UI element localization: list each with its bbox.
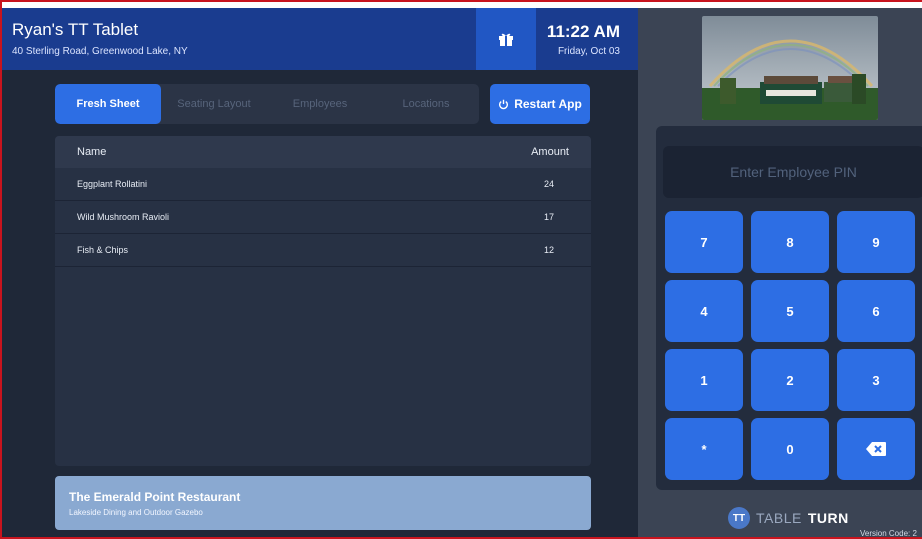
clock-time: 11:22 AM — [546, 22, 620, 41]
table-row[interactable]: Eggplant Rollatini 24 — [55, 168, 591, 201]
power-icon — [499, 99, 509, 109]
column-header-amount: Amount — [531, 146, 569, 158]
clock-date: Friday, Oct 03 — [557, 46, 620, 57]
keypad-key-0[interactable]: 0 — [751, 418, 829, 480]
keypad-key-8[interactable]: 8 — [751, 211, 829, 273]
item-name: Eggplant Rollatini — [77, 179, 148, 189]
table-row[interactable]: Fish & Chips 12 — [55, 234, 591, 267]
tab-locations[interactable]: Locations — [373, 84, 479, 124]
backspace-icon — [866, 442, 886, 456]
gift-icon — [499, 33, 513, 46]
keypad-key-5[interactable]: 5 — [751, 280, 829, 342]
keypad-key-6[interactable]: 6 — [837, 280, 915, 342]
keypad-key-7[interactable]: 7 — [665, 211, 743, 273]
keypad-key-2[interactable]: 2 — [751, 349, 829, 411]
keypad-key-4[interactable]: 4 — [665, 280, 743, 342]
keypad-key-star[interactable]: * — [665, 418, 743, 480]
fresh-sheet-table: Name Amount Eggplant Rollatini 24 Wild M… — [55, 136, 591, 466]
tab-bar: Fresh Sheet Seating Layout Employees Loc… — [55, 84, 479, 124]
restaurant-name: The Emerald Point Restaurant — [69, 490, 241, 504]
restaurant-photo — [702, 16, 878, 120]
tableturn-logo-turn: TURN — [807, 510, 849, 526]
restaurant-card: The Emerald Point Restaurant Lakeside Di… — [55, 476, 591, 530]
main-panel: Ryan's TT Tablet 40 Sterling Road, Green… — [2, 8, 638, 537]
item-name: Wild Mushroom Ravioli — [77, 212, 170, 222]
employee-pin-input[interactable]: Enter Employee PIN — [663, 146, 922, 198]
gift-button[interactable] — [476, 8, 536, 70]
keypad-key-3[interactable]: 3 — [837, 349, 915, 411]
restaurant-subtitle: Lakeside Dining and Outdoor Gazebo — [69, 508, 203, 517]
tablet-title: Ryan's TT Tablet — [12, 20, 139, 39]
clock: 11:22 AM Friday, Oct 03 — [536, 8, 638, 70]
tableturn-logo-mark: TT — [728, 507, 750, 529]
table-row[interactable]: Wild Mushroom Ravioli 17 — [55, 201, 591, 234]
version-code: Version Code: 2 — [860, 529, 917, 538]
keypad-key-9[interactable]: 9 — [837, 211, 915, 273]
header: Ryan's TT Tablet 40 Sterling Road, Green… — [2, 8, 638, 70]
app-frame: Ryan's TT Tablet 40 Sterling Road, Green… — [0, 0, 922, 539]
restart-app-button[interactable]: Restart App — [490, 84, 590, 124]
tableturn-logo-table: TABLE — [756, 510, 802, 526]
item-name: Fish & Chips — [77, 245, 129, 255]
keypad-backspace-button[interactable] — [837, 418, 915, 480]
item-amount: 17 — [543, 212, 554, 222]
tableturn-logo: TT TABLE TURN — [728, 507, 849, 529]
tablet-address: 40 Sterling Road, Greenwood Lake, NY — [12, 46, 188, 57]
item-amount: 24 — [543, 179, 554, 189]
keypad-key-1[interactable]: 1 — [665, 349, 743, 411]
tab-seating-layout[interactable]: Seating Layout — [161, 84, 267, 124]
pin-panel: Enter Employee PIN 7 8 9 4 5 6 1 2 3 * 0… — [638, 8, 922, 538]
column-header-name: Name — [77, 146, 107, 158]
restart-app-label: Restart App — [514, 97, 582, 111]
tab-fresh-sheet[interactable]: Fresh Sheet — [55, 84, 161, 124]
table-header: Name Amount — [55, 136, 591, 168]
tab-employees[interactable]: Employees — [267, 84, 373, 124]
item-amount: 12 — [543, 245, 554, 255]
